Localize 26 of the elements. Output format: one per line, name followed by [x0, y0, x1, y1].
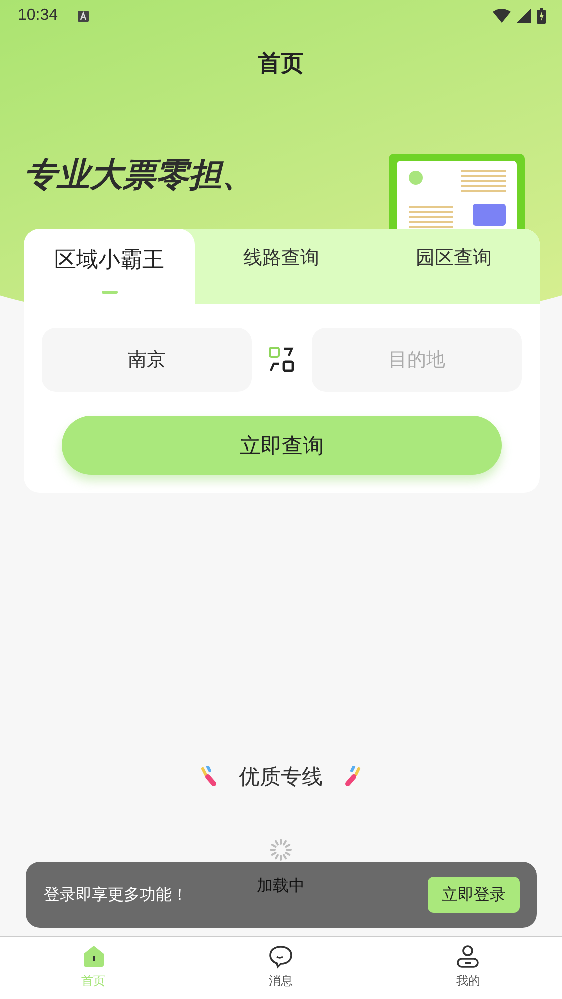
spinner-icon	[269, 838, 293, 862]
nav-tab[interactable]: 消息	[187, 937, 375, 999]
nav-tab[interactable]: 我的	[374, 937, 562, 999]
banner-slogan: 专业大票零担、	[24, 156, 255, 194]
tab[interactable]: 区域小霸王	[24, 229, 195, 304]
toast-message: 登录即享更多功能！	[44, 884, 188, 906]
tab[interactable]: 线路查询	[195, 229, 368, 304]
origin-field[interactable]: 南京	[42, 328, 252, 392]
sparkle-icon	[199, 766, 219, 788]
status-time: 10:34	[18, 7, 58, 25]
destination-field[interactable]: 目的地	[312, 328, 522, 392]
wifi-icon	[493, 9, 511, 23]
keyboard-icon	[78, 10, 90, 22]
swap-icon	[269, 347, 295, 373]
battery-icon	[537, 8, 546, 24]
person-icon	[456, 945, 480, 969]
signal-icon	[517, 9, 531, 23]
login-button[interactable]: 立即登录	[428, 877, 520, 913]
page-title: 首页	[258, 50, 304, 78]
chat-icon	[268, 945, 293, 969]
query-button[interactable]: 立即查询	[62, 416, 502, 475]
home-icon	[82, 945, 106, 969]
loading-text: 加载中	[257, 876, 305, 897]
tab[interactable]: 园区查询	[368, 229, 540, 304]
section-title: 优质专线	[239, 764, 323, 791]
sparkle-icon	[343, 766, 363, 788]
